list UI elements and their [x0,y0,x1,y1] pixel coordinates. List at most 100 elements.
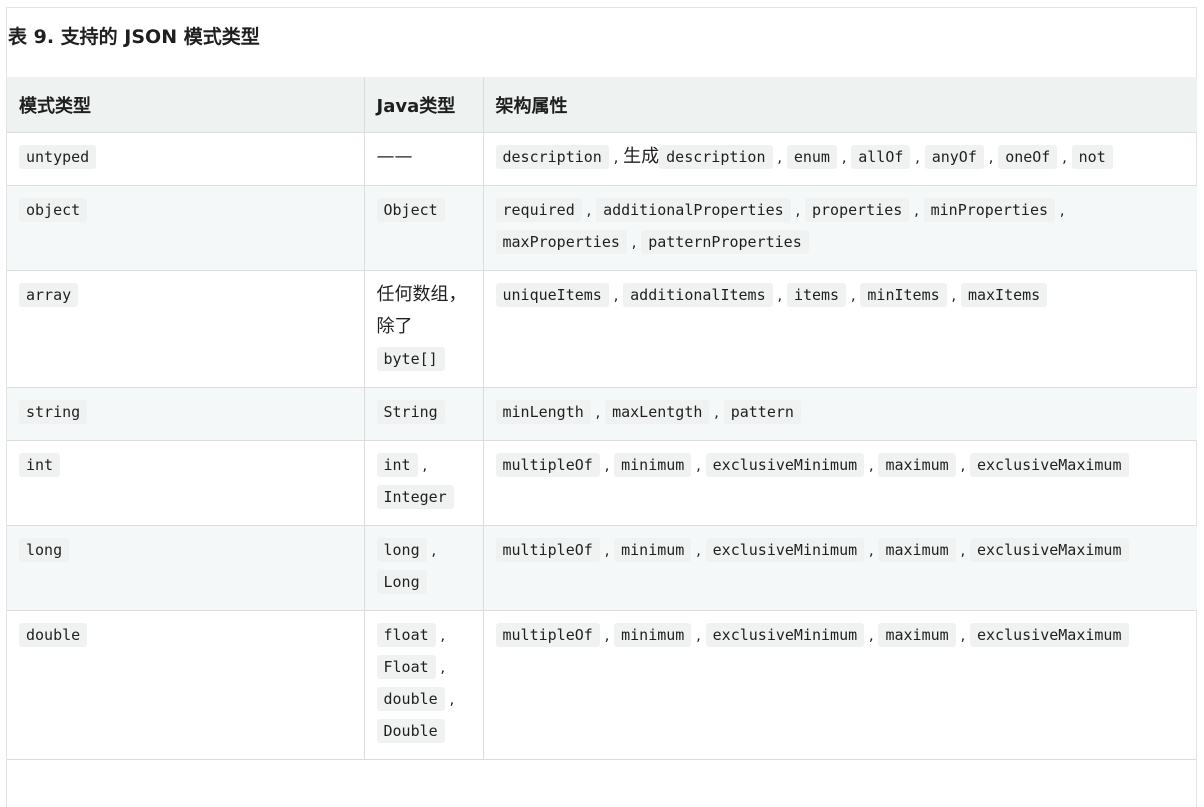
schema-property-code: maxItems [960,283,1048,307]
schema-property-code: multipleOf [495,623,600,647]
schema-property-code: properties [805,198,910,222]
schema-property-separator: , [691,541,706,559]
schema-property-separator: , [590,403,606,421]
cell-java-type: float , Float , double , Double [364,610,484,760]
cell-schema-type: long [7,525,365,611]
java-type-separator: , [426,541,437,559]
schema-property-separator: , [864,456,879,474]
schema-property-separator: , [946,286,961,304]
cell-schema-type: object [7,185,365,271]
table-header-row: 模式类型 Java类型 架构属性 [7,77,1197,133]
schema-property-code: exclusiveMaximum [970,538,1129,562]
schema-property-code: exclusiveMinimum [705,538,865,562]
java-type-separator: , [444,690,455,708]
java-type-code: Long [376,570,427,594]
schema-property-separator: , [864,626,879,644]
table-row: object Object required , additionalPropert… [7,185,1197,271]
schema-property-code: additionalProperties [596,198,791,222]
schema-type-code: string [19,400,88,424]
schema-property-separator: , [864,541,879,559]
java-type-text: —— [376,146,413,167]
cell-schema-type: int [7,440,365,526]
cell-schema-properties: required , additionalProperties , proper… [483,185,1197,271]
table-row: int int , Integer multipleOf , minimum , e… [7,440,1197,526]
schema-property-code: exclusiveMinimum [705,623,865,647]
schema-property-code: maxLentgth [605,400,710,424]
java-type-code: Float [376,655,436,679]
schema-property-separator: , [955,456,970,474]
schema-property-text: 生成 [623,146,660,167]
schema-property-separator: , [836,148,852,166]
java-type-separator: , [435,626,446,644]
cell-schema-type: string [7,387,365,441]
schema-property-separator: , [691,626,706,644]
java-type-text: 任何数组，除了 [376,284,467,337]
table-row: untyped —— description , 生成 description , e… [7,132,1197,186]
schema-type-code: int [19,453,61,477]
schema-property-code: minItems [860,283,947,307]
schema-property-code: required [495,198,582,222]
cell-schema-type: array [7,270,365,388]
schema-property-separator: , [709,403,724,421]
cell-schema-type: untyped [7,132,365,186]
java-type-separator: , [435,658,446,676]
cell-schema-properties: multipleOf , minimum , exclusiveMinimum … [483,610,1197,760]
schema-property-code: minimum [614,538,692,562]
schema-property-code: exclusiveMinimum [705,453,865,477]
java-type-code: double [376,687,445,711]
cell-schema-properties: multipleOf , minimum , exclusiveMinimum … [483,525,1197,611]
schema-property-separator: , [691,456,706,474]
java-type-code: Object [376,198,445,222]
header-schema-properties: 架构属性 [483,77,1197,133]
schema-property-code: maxProperties [495,230,627,254]
cell-java-type: String [364,387,484,441]
cell-java-type: Object [364,185,484,271]
schema-property-separator: , [1055,201,1065,219]
cell-java-type: 任何数组，除了 byte[] [364,270,484,388]
schema-property-separator: , [910,148,925,166]
schema-property-code: description [659,145,773,169]
schema-property-code: oneOf [998,145,1058,169]
header-schema-type: 模式类型 [7,77,365,133]
schema-property-code: maximum [878,623,956,647]
schema-type-code: array [19,283,79,307]
schema-property-separator: , [608,148,624,166]
schema-property-code: exclusiveMaximum [970,623,1129,647]
table-row: string String minLength , maxLentgth , pat… [7,387,1197,441]
schema-type-code: double [19,623,88,647]
schema-property-code: maximum [878,453,956,477]
table-row: long long , Long multipleOf , minimum , ex… [7,525,1197,611]
schema-property-separator: , [846,286,861,304]
header-java-type: Java类型 [364,77,484,133]
schema-property-code: description [495,145,609,169]
schema-property-code: maximum [878,538,956,562]
schema-property-separator: , [599,456,615,474]
schema-type-code: long [19,538,70,562]
schema-property-code: minimum [614,453,692,477]
table-row: double float , Float , double , Double mul… [7,610,1197,760]
schema-property-separator: , [772,286,787,304]
schema-property-separator: , [772,148,787,166]
schema-type-code: untyped [19,145,97,169]
schema-property-separator: , [1057,148,1072,166]
cell-java-type: int , Integer [364,440,484,526]
java-type-code: float [376,623,436,647]
java-type-code: Double [376,719,445,743]
java-type-code: byte[] [376,347,445,371]
cell-java-type: —— [364,132,484,186]
json-schema-types-table: 模式类型 Java类型 架构属性 untyped —— description , … [7,77,1197,760]
cell-schema-properties: uniqueItems , additionalItems , items , … [483,270,1197,388]
schema-property-separator: , [599,626,615,644]
schema-property-code: exclusiveMaximum [970,453,1129,477]
cell-java-type: long , Long [364,525,484,611]
schema-property-code: enum [786,145,837,169]
java-type-code: Integer [376,485,454,509]
schema-property-code: not [1071,145,1113,169]
schema-property-separator: , [581,201,597,219]
schema-property-separator: , [608,286,624,304]
schema-property-code: minLength [495,400,591,424]
schema-property-code: patternProperties [641,230,809,254]
schema-property-separator: , [599,541,615,559]
schema-property-code: uniqueItems [495,283,609,307]
schema-property-separator: , [955,541,970,559]
